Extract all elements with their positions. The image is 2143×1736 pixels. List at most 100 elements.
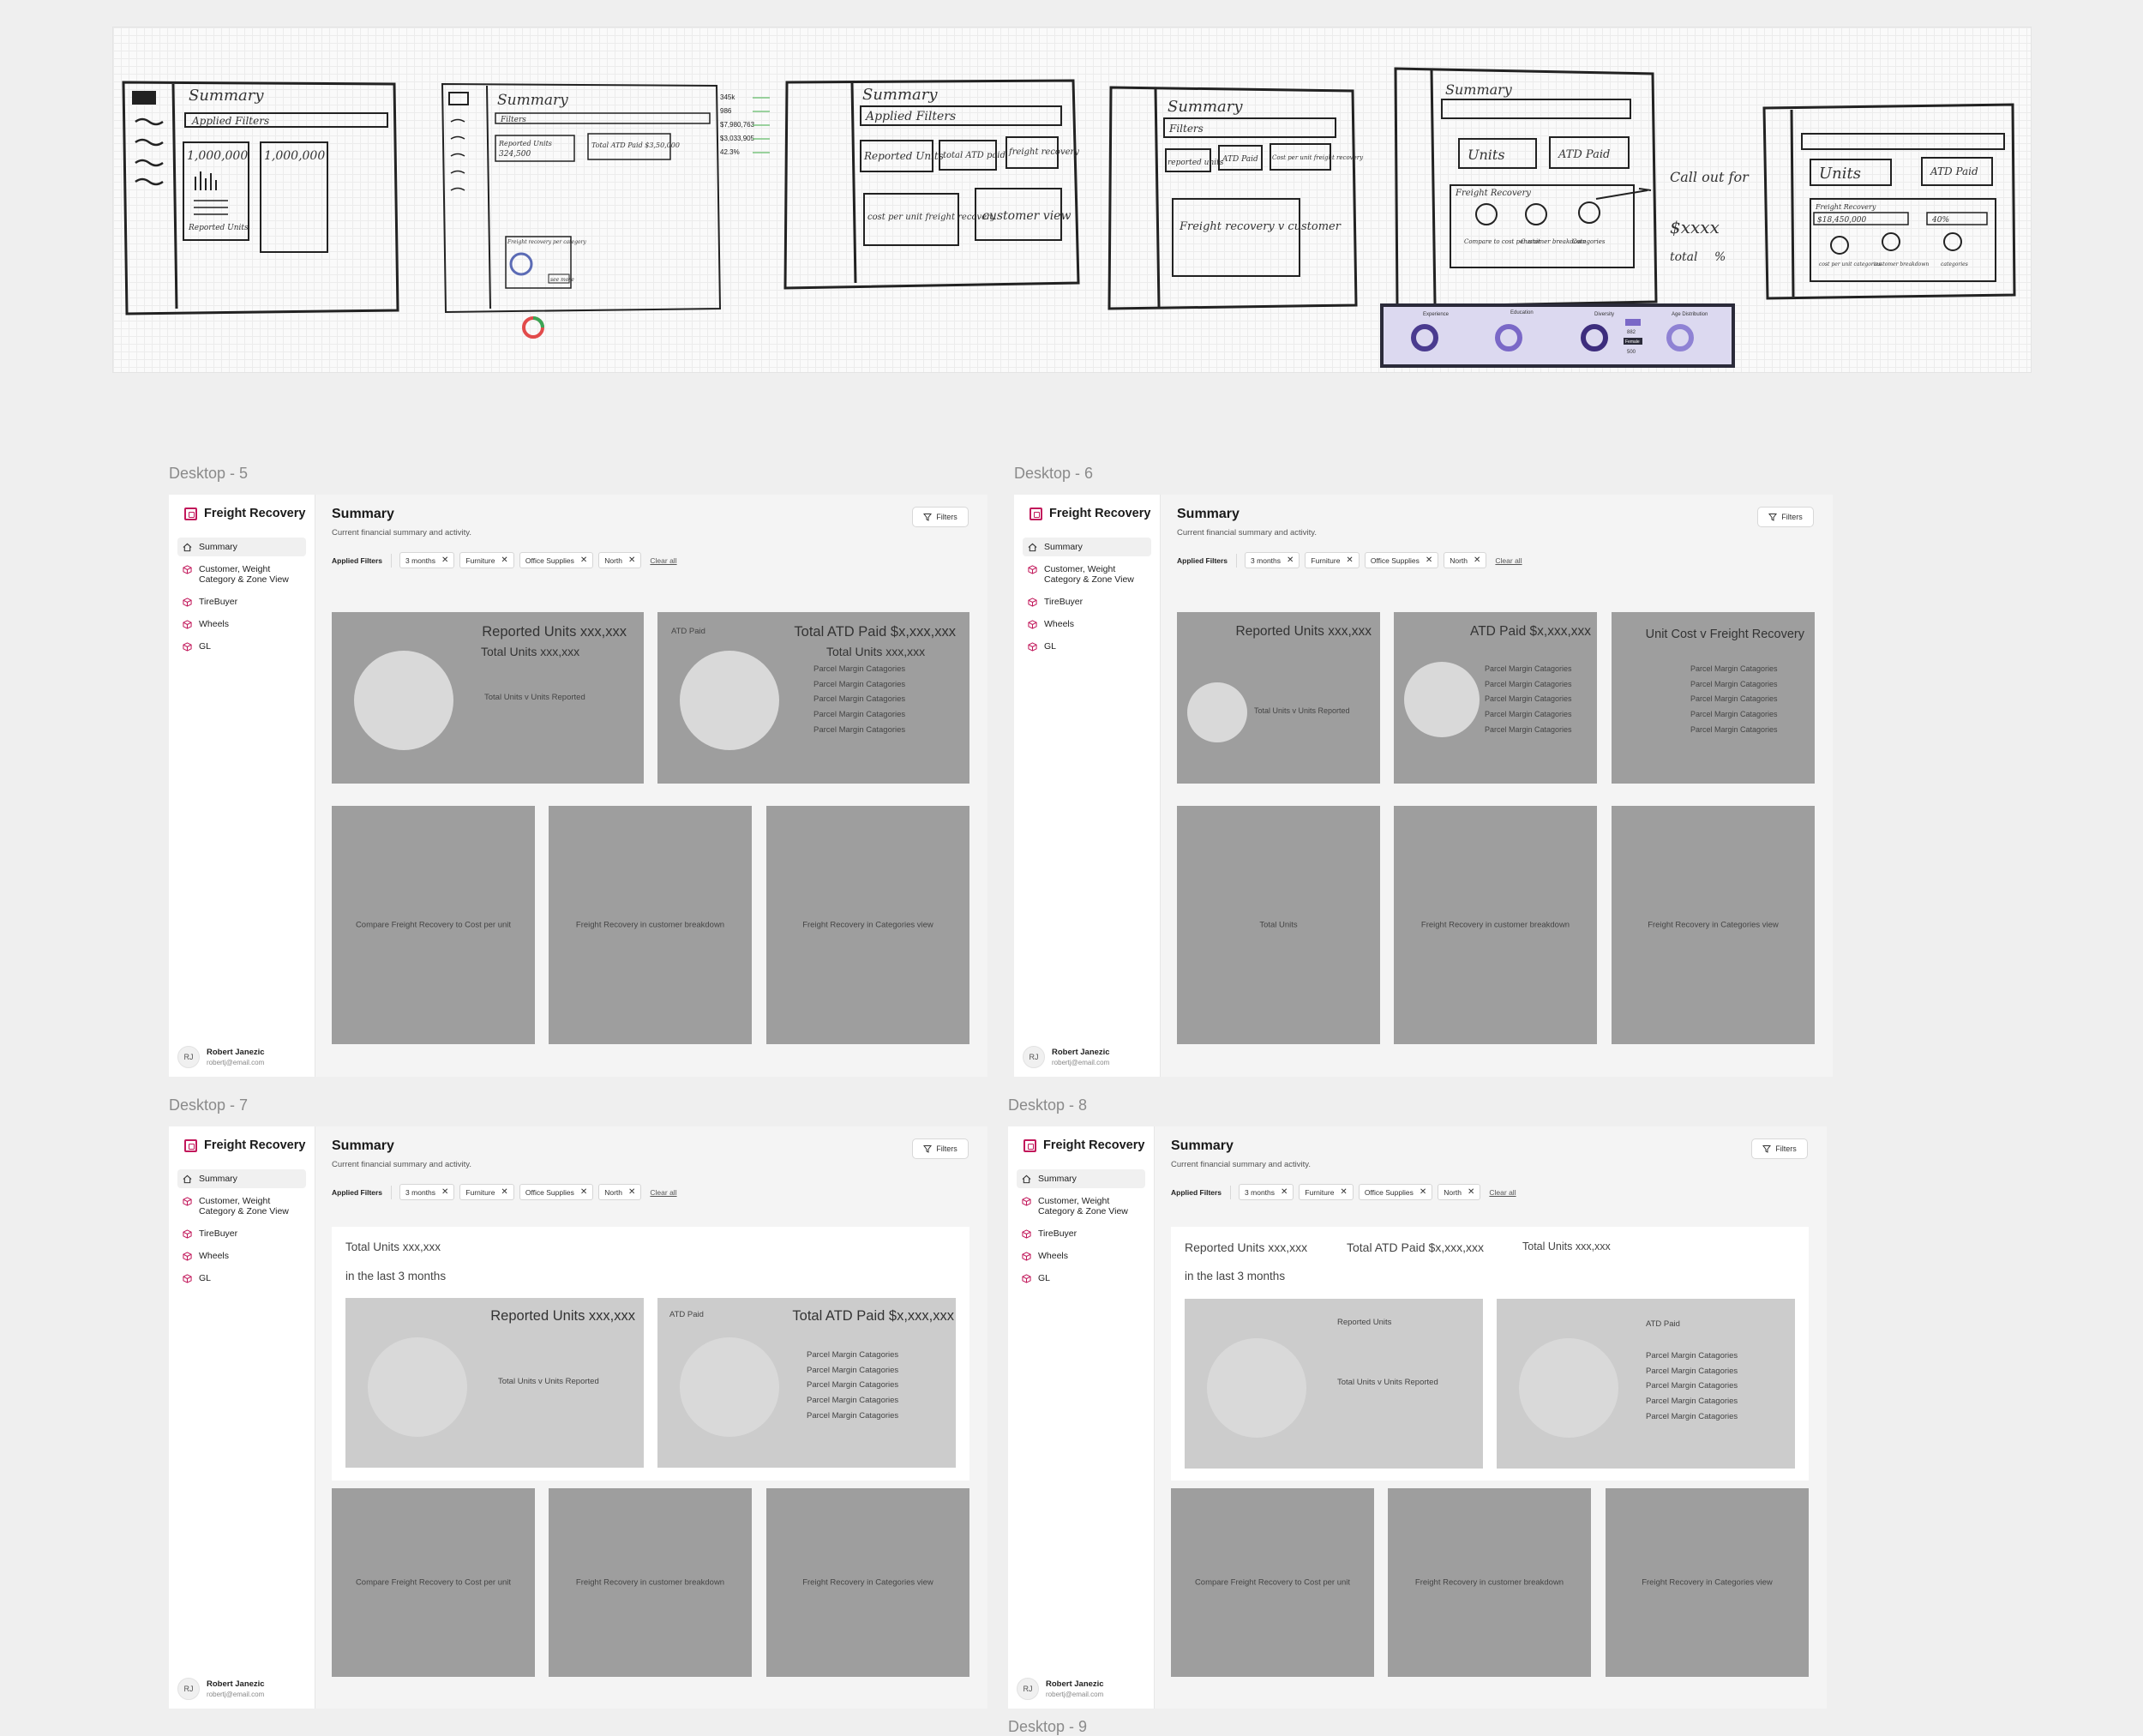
sidebar-item-tirebuyer[interactable]: TireBuyer [177, 592, 306, 611]
user-profile[interactable]: RJ Robert Janezic robertj@email.com [1023, 1046, 1110, 1068]
applied-filters: Applied Filters 3 months ✕ Furniture ✕ Off… [332, 1184, 677, 1200]
svg-text:customer view: customer view [982, 209, 1071, 223]
sidebar-item-tirebuyer[interactable]: TireBuyer [1017, 1224, 1145, 1243]
sidebar-item-customer-weight[interactable]: Customer, Weight Category & Zone View [177, 1192, 306, 1221]
close-icon[interactable]: ✕ [1281, 1187, 1288, 1197]
close-icon[interactable]: ✕ [1426, 556, 1432, 565]
sidebar-item-summary[interactable]: Summary [1023, 538, 1151, 556]
close-icon[interactable]: ✕ [1468, 1187, 1474, 1197]
filter-chip[interactable]: Furniture ✕ [459, 552, 514, 568]
box-icon [1022, 1229, 1031, 1239]
filter-chip[interactable]: North ✕ [598, 1184, 642, 1200]
close-icon[interactable]: ✕ [628, 1187, 635, 1197]
filter-chip[interactable]: Furniture ✕ [459, 1184, 514, 1200]
sidebar-item-gl[interactable]: GL [177, 1269, 306, 1288]
user-profile[interactable]: RJ Robert Janezic robertj@email.com [177, 1046, 265, 1068]
filter-chip[interactable]: 3 months ✕ [399, 552, 455, 568]
sidebar-item-wheels[interactable]: Wheels [177, 615, 306, 634]
close-icon[interactable]: ✕ [1287, 556, 1294, 565]
sketch-4: Summary Filters reported units ATD Paid … [1108, 62, 1365, 319]
close-icon[interactable]: ✕ [1474, 556, 1480, 565]
sidebar-item-customer-weight[interactable]: Customer, Weight Category & Zone View [1017, 1192, 1145, 1221]
donut-placeholder [354, 651, 453, 750]
mini-donut [516, 310, 550, 345]
summary-panel: Reported Units xxx,xxx Total ATD Paid $x… [1171, 1227, 1809, 1481]
svg-text:Reported Units: Reported Units [498, 140, 552, 147]
avatar: RJ [177, 1678, 200, 1700]
sketch-2: Summary Filters Reported Units 324,500 T… [437, 53, 729, 319]
sidebar-item-customer-weight[interactable]: Customer, Weight Category & Zone View [177, 560, 306, 589]
sidebar-item-gl[interactable]: GL [177, 637, 306, 656]
svg-text:Summary: Summary [862, 86, 938, 104]
applied-filters: Applied Filters 3 months ✕ Furniture ✕ Off… [1171, 1184, 1516, 1200]
svg-text:total: total [1670, 250, 1698, 264]
sidebar-item-tirebuyer[interactable]: TireBuyer [1023, 592, 1151, 611]
filters-button[interactable]: Filters [912, 507, 969, 527]
filter-chip[interactable]: 3 months ✕ [399, 1184, 455, 1200]
filters-button[interactable]: Filters [1757, 507, 1814, 527]
filter-chip[interactable]: North ✕ [1444, 552, 1487, 568]
svg-text:ATD Paid: ATD Paid [1930, 165, 1978, 177]
svg-text:Summary: Summary [1168, 98, 1243, 116]
clear-all-link[interactable]: Clear all [1489, 1188, 1516, 1197]
sidebar-item-gl[interactable]: GL [1017, 1269, 1145, 1288]
svg-text:Applied Filters: Applied Filters [864, 110, 956, 123]
sidebar-item-summary[interactable]: Summary [177, 538, 306, 556]
filter-chip[interactable]: Furniture ✕ [1305, 552, 1360, 568]
clear-all-link[interactable]: Clear all [1495, 556, 1522, 565]
svg-text:cost per unit categories: cost per unit categories [1819, 261, 1881, 267]
sidebar-nav: Summary Customer, Weight Category & Zone… [177, 538, 306, 659]
svg-text:see more: see more [550, 277, 574, 283]
donut-placeholder [680, 651, 779, 750]
filter-chip[interactable]: 3 months ✕ [1239, 1184, 1294, 1200]
filter-chip[interactable]: North ✕ [598, 552, 642, 568]
sidebar-item-tirebuyer[interactable]: TireBuyer [177, 1224, 306, 1243]
filter-chip[interactable]: 3 months ✕ [1245, 552, 1300, 568]
svg-text:Freight recovery v customer: Freight recovery v customer [1179, 220, 1342, 233]
sidebar-item-customer-weight[interactable]: Customer, Weight Category & Zone View [1023, 560, 1151, 589]
sidebar-item-summary[interactable]: Summary [1017, 1169, 1145, 1188]
svg-text:Experience: Experience [1423, 312, 1450, 317]
close-icon[interactable]: ✕ [628, 556, 635, 565]
filters-button[interactable]: Filters [1751, 1138, 1808, 1159]
filter-chip[interactable]: Furniture ✕ [1299, 1184, 1354, 1200]
user-profile[interactable]: RJ Robert Janezic robertj@email.com [1017, 1678, 1104, 1700]
filter-chip[interactable]: Office Supplies ✕ [1358, 1184, 1433, 1200]
atd-paid-card: ATD Paid $x,xxx,xxx Parcel Margin Catago… [1394, 612, 1597, 784]
close-icon[interactable]: ✕ [1346, 556, 1353, 565]
close-icon[interactable]: ✕ [501, 1187, 507, 1197]
filter-chip[interactable]: Office Supplies ✕ [519, 552, 594, 568]
close-icon[interactable]: ✕ [1420, 1187, 1426, 1197]
categories-view-card: Freight Recovery in Categories view [766, 1488, 969, 1677]
svg-text:customer breakdown: customer breakdown [1874, 261, 1929, 267]
clear-all-link[interactable]: Clear all [650, 556, 676, 565]
filter-icon [1768, 514, 1778, 521]
close-icon[interactable]: ✕ [501, 556, 507, 565]
sidebar-item-summary[interactable]: Summary [177, 1169, 306, 1188]
close-icon[interactable]: ✕ [1340, 1187, 1347, 1197]
filter-chip[interactable]: Office Supplies ✕ [1364, 552, 1439, 568]
brand: Freight Recovery [1023, 1138, 1144, 1152]
svg-text:Applied Filters: Applied Filters [191, 115, 269, 127]
sidebar-nav: Summary Customer, Weight Category & Zone… [1023, 538, 1151, 659]
applied-filters: Applied Filters 3 months ✕ Furniture ✕ Off… [1177, 552, 1522, 568]
sidebar-item-wheels[interactable]: Wheels [177, 1246, 306, 1265]
svg-text:882: 882 [1627, 330, 1636, 335]
close-icon[interactable]: ✕ [580, 1187, 587, 1197]
sidebar: Freight Recovery Summary Customer, Weigh… [1014, 495, 1161, 1077]
sidebar-item-gl[interactable]: GL [1023, 637, 1151, 656]
filters-button[interactable]: Filters [912, 1138, 969, 1159]
user-profile[interactable]: RJ Robert Janezic robertj@email.com [177, 1678, 265, 1700]
box-icon [1022, 1197, 1031, 1206]
close-icon[interactable]: ✕ [441, 556, 448, 565]
logo-icon [184, 507, 197, 520]
close-icon[interactable]: ✕ [580, 556, 587, 565]
page-subtitle: Current financial summary and activity. [332, 1160, 471, 1169]
sidebar-item-wheels[interactable]: Wheels [1017, 1246, 1145, 1265]
close-icon[interactable]: ✕ [441, 1187, 448, 1197]
sidebar-item-wheels[interactable]: Wheels [1023, 615, 1151, 634]
customer-breakdown-card: Freight Recovery in customer breakdown [549, 1488, 752, 1677]
filter-chip[interactable]: Office Supplies ✕ [519, 1184, 594, 1200]
clear-all-link[interactable]: Clear all [650, 1188, 676, 1197]
filter-chip[interactable]: North ✕ [1438, 1184, 1481, 1200]
